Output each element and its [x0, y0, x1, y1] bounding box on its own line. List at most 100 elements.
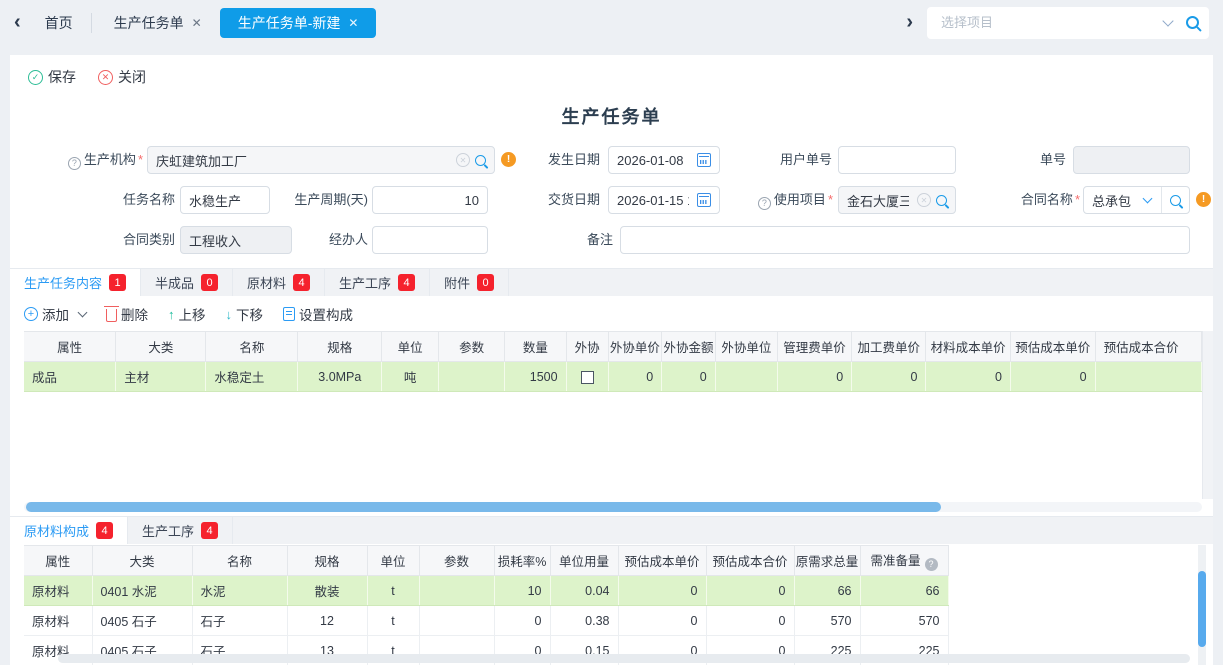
- tab-label: 生产任务单-新建: [238, 13, 341, 33]
- page-title: 生产任务单: [10, 103, 1213, 129]
- chevron-down-icon[interactable]: [1162, 15, 1173, 26]
- main-table: 属性 大类 名称 规格 单位 参数 数量 外协 外协单价 外协金额 外协单位 管…: [24, 331, 1202, 392]
- handler-input[interactable]: [373, 227, 487, 253]
- document-toolbar: ✓ 保存 ✕ 关闭: [28, 67, 146, 87]
- set-composition-button[interactable]: 设置构成: [283, 304, 353, 324]
- search-icon[interactable]: [936, 195, 947, 206]
- document-icon: [283, 307, 295, 321]
- tab-raw-materials[interactable]: 原材料 4: [233, 269, 325, 296]
- cycle-input[interactable]: [373, 187, 487, 213]
- count-badge: 4: [293, 274, 310, 291]
- close-button[interactable]: ✕ 关闭: [98, 67, 146, 87]
- cycle-label: 生产周期(天): [278, 186, 368, 214]
- main-table-header-row: 属性 大类 名称 规格 单位 参数 数量 外协 外协单价 外协金额 外协单位 管…: [24, 332, 1202, 362]
- app-window: ‹ 首页 生产任务单 ✕ 生产任务单-新建 ✕ › ✓ 保存 ✕: [0, 0, 1223, 665]
- tab-production-task[interactable]: 生产任务单 ✕: [96, 7, 220, 39]
- contract-input[interactable]: [1084, 187, 1140, 213]
- tab-home[interactable]: 首页: [35, 13, 91, 33]
- handler-label: 经办人: [310, 226, 368, 254]
- clear-icon[interactable]: ✕: [456, 153, 470, 167]
- main-grid-vertical-scrollbar[interactable]: [1202, 331, 1213, 499]
- project-search-box[interactable]: [927, 7, 1209, 39]
- project-input[interactable]: [839, 187, 917, 213]
- tab-detail-production-process[interactable]: 生产工序 4: [128, 517, 233, 544]
- project-field[interactable]: ✕: [838, 186, 956, 214]
- arrow-down-icon: ↓: [226, 307, 233, 322]
- x-circle-icon: ✕: [98, 70, 113, 85]
- task-name-input[interactable]: [181, 187, 269, 213]
- org-label: ?生产机构*: [18, 146, 143, 174]
- move-up-button[interactable]: ↑ 上移: [168, 304, 206, 324]
- content-tabs-bar: 生产任务内容 1 半成品 0 原材料 4 生产工序 4 附件 0: [10, 268, 1213, 296]
- question-circle-icon[interactable]: ?: [925, 558, 938, 571]
- search-icon[interactable]: [475, 155, 486, 166]
- remark-label: 备注: [568, 226, 613, 254]
- remark-input[interactable]: [621, 227, 1189, 253]
- issue-date-field[interactable]: [608, 146, 720, 174]
- tab-production-task-content[interactable]: 生产任务内容 1: [10, 269, 141, 296]
- user-no-field[interactable]: [838, 146, 956, 174]
- calendar-icon[interactable]: [697, 193, 711, 207]
- tab-raw-material-composition[interactable]: 原材料构成 4: [10, 517, 128, 544]
- search-icon[interactable]: [1170, 195, 1181, 206]
- document-card: ✓ 保存 ✕ 关闭 生产任务单 ?生产机构* ✕ ! 发生日期 用户单号: [10, 55, 1213, 665]
- main-grid-horizontal-scrollbar-thumb[interactable]: [26, 502, 941, 512]
- tab-divider: [91, 13, 92, 33]
- search-icon[interactable]: [1186, 16, 1199, 29]
- org-input[interactable]: [148, 147, 456, 173]
- chevron-down-icon[interactable]: [78, 308, 88, 318]
- issue-date-label: 发生日期: [538, 146, 600, 174]
- clear-icon[interactable]: ✕: [917, 193, 931, 207]
- table-row[interactable]: 原材料 0401 水泥 水泥 散装 t 10 0.04 0 0 66 66: [24, 576, 948, 606]
- detail-grid-vertical-scrollbar-thumb[interactable]: [1198, 571, 1206, 647]
- count-badge: 4: [96, 522, 113, 539]
- outsource-checkbox[interactable]: [581, 371, 594, 384]
- warning-icon[interactable]: !: [1196, 192, 1211, 207]
- save-button[interactable]: ✓ 保存: [28, 67, 76, 87]
- detail-grid-horizontal-scrollbar[interactable]: [58, 654, 1190, 663]
- tab-attachments[interactable]: 附件 0: [430, 269, 509, 296]
- delivery-date-field[interactable]: [608, 186, 720, 214]
- close-icon[interactable]: ✕: [192, 16, 202, 30]
- issue-date-input[interactable]: [609, 147, 697, 173]
- doc-no-field: [1073, 146, 1190, 174]
- delivery-date-input[interactable]: [609, 187, 697, 213]
- table-row[interactable]: 成品 主材 水稳定土 3.0MPa 吨 1500 0 0 0 0 0: [24, 362, 1202, 392]
- plus-circle-icon: +: [24, 307, 38, 321]
- arrow-up-icon: ↑: [168, 307, 175, 322]
- add-button[interactable]: + 添加: [24, 304, 86, 324]
- warning-icon[interactable]: !: [501, 152, 516, 167]
- remark-field[interactable]: [620, 226, 1190, 254]
- contract-type-field: [180, 226, 292, 254]
- org-field[interactable]: ✕: [147, 146, 495, 174]
- detail-grid: 属性 大类 名称 规格 单位 参数 损耗率% 单位用量 预估成本单价 预估成本合…: [24, 545, 1194, 665]
- delete-button[interactable]: 删除: [106, 304, 148, 324]
- close-icon[interactable]: ✕: [348, 16, 358, 30]
- cycle-field[interactable]: [372, 186, 488, 214]
- user-no-input[interactable]: [839, 147, 955, 173]
- back-chevron-icon[interactable]: ‹: [0, 11, 35, 34]
- chevron-down-icon[interactable]: [1143, 194, 1153, 204]
- tab-production-task-new[interactable]: 生产任务单-新建 ✕: [220, 8, 377, 38]
- main-grid: 属性 大类 名称 规格 单位 参数 数量 外协 外协单价 外协金额 外协单位 管…: [24, 331, 1202, 499]
- project-search-input[interactable]: [941, 15, 1158, 30]
- tab-semi-finished[interactable]: 半成品 0: [141, 269, 233, 296]
- main-grid-horizontal-scrollbar-track[interactable]: [24, 502, 1202, 512]
- tab-production-process[interactable]: 生产工序 4: [325, 269, 430, 296]
- contract-label: 合同名称*: [995, 186, 1080, 214]
- task-name-field[interactable]: [180, 186, 270, 214]
- table-row[interactable]: 原材料 0405 石子 石子 12 t 0 0.38 0 0 570 570: [24, 606, 948, 636]
- help-icon[interactable]: ?: [68, 157, 81, 170]
- help-icon[interactable]: ?: [758, 197, 771, 210]
- contract-type-input: [181, 227, 291, 253]
- detail-grid-vertical-scrollbar-track[interactable]: [1198, 545, 1206, 665]
- forward-chevron-icon[interactable]: ›: [892, 11, 927, 34]
- save-label: 保存: [48, 67, 76, 87]
- contract-field[interactable]: [1083, 186, 1190, 214]
- detail-table-header-row: 属性 大类 名称 规格 单位 参数 损耗率% 单位用量 预估成本单价 预估成本合…: [24, 546, 948, 576]
- calendar-icon[interactable]: [697, 153, 711, 167]
- move-down-button[interactable]: ↓ 下移: [226, 304, 264, 324]
- count-badge: 1: [109, 274, 126, 291]
- handler-field[interactable]: [372, 226, 488, 254]
- doc-no-input: [1074, 147, 1189, 173]
